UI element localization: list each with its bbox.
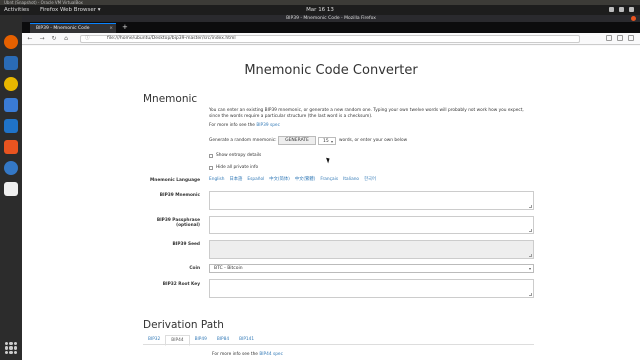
language-english[interactable]: English [209, 177, 225, 183]
close-window-icon[interactable] [631, 16, 636, 21]
passphrase-label-line-2: (optional) [176, 223, 200, 228]
firefox-icon[interactable] [4, 35, 18, 49]
hide-private-checkbox[interactable] [209, 166, 213, 170]
root-key-label: BIP32 Root Key [162, 282, 200, 287]
derivation-more-info: For more info see the BIP44 spec [212, 352, 283, 358]
seed-label: BIP39 Seed [172, 242, 201, 247]
more-info-text: For more info see the BIP39 spec [209, 123, 280, 129]
more-info-prefix: For more info see the [209, 123, 255, 128]
resize-grip-icon[interactable] [529, 293, 532, 296]
nav-bar: ← → ↻ ⌂ ⓘ file:///home/ubuntu/Desktop/bi… [22, 33, 640, 45]
resize-grip-icon[interactable] [529, 229, 532, 232]
tab-bip39[interactable]: BIP39 - Mnemonic Code × [30, 23, 116, 33]
app-menu[interactable]: Firefox Web Browser ▾ [40, 5, 101, 15]
resize-grip-icon[interactable] [529, 205, 532, 208]
word-count-select[interactable]: 15 ▾ [318, 137, 336, 145]
rhythmbox-icon[interactable] [4, 77, 18, 91]
chevron-down-icon: ▾ [330, 139, 333, 144]
intro-line-2: since the words require a particular str… [209, 114, 373, 119]
volume-icon [619, 7, 624, 12]
page-info-icon[interactable]: ⓘ [85, 36, 90, 42]
bip39-mnemonic-input[interactable] [209, 191, 534, 210]
passphrase-label: BIP39 Passphrase (optional) [140, 218, 200, 228]
thunderbird-icon[interactable] [4, 56, 18, 70]
bip39-mnemonic-label: BIP39 Mnemonic [159, 193, 200, 198]
language-spanish[interactable]: Español [247, 177, 264, 183]
passphrase-input[interactable] [209, 216, 534, 234]
firefox-window: BIP39 - Mnemonic Code - Mozilla Firefox … [22, 15, 640, 360]
coin-value: BTC - Bitcoin [214, 266, 243, 271]
library-icon[interactable] [606, 35, 612, 41]
language-list: English 日本語 Español 中文(简体) 中文(繁體) França… [209, 177, 376, 183]
gnome-top-bar: Activities Firefox Web Browser ▾ Mar 16 … [0, 5, 640, 15]
language-japanese[interactable]: 日本語 [230, 177, 243, 183]
show-entropy-label: Show entropy details [216, 153, 262, 158]
show-applications-icon[interactable] [5, 342, 17, 354]
word-count-value: 15 [323, 139, 329, 144]
amazon-icon[interactable] [4, 182, 18, 196]
language-chinese-traditional[interactable]: 中文(繁體) [295, 177, 316, 183]
language-chinese-simplified[interactable]: 中文(简体) [269, 177, 290, 183]
resize-grip-icon[interactable] [529, 254, 532, 257]
tab-divider [143, 344, 534, 345]
derivation-more-prefix: For more info see the [212, 352, 258, 357]
new-tab-button[interactable]: + [122, 23, 128, 32]
help-icon[interactable] [4, 161, 18, 175]
libreoffice-writer-icon[interactable] [4, 119, 18, 133]
generate-button[interactable]: GENERATE [278, 136, 316, 145]
tab-label: BIP39 - Mnemonic Code [36, 26, 90, 31]
show-entropy-checkbox[interactable] [209, 154, 213, 158]
browser-title: BIP39 - Mnemonic Code - Mozilla Firefox [286, 16, 376, 21]
menu-icon[interactable] [628, 35, 634, 41]
page-title: Mnemonic Code Converter [244, 63, 418, 78]
network-icon [609, 7, 614, 12]
coin-select[interactable]: BTC - Bitcoin ▾ [209, 264, 534, 273]
sidebar-icon[interactable] [617, 35, 623, 41]
bip39-spec-link[interactable]: BIP39 spec [256, 123, 280, 128]
derivation-heading: Derivation Path [143, 319, 224, 331]
app-store-icon[interactable] [4, 140, 18, 154]
url-text: file:///home/ubuntu/Desktop/bip39-master… [107, 36, 236, 41]
coin-label: Coin [189, 266, 200, 271]
language-french[interactable]: Français [320, 177, 338, 183]
root-key-input[interactable] [209, 279, 534, 298]
language-korean[interactable]: 한국어 [364, 177, 376, 183]
mouse-cursor [326, 156, 331, 164]
reload-icon[interactable]: ↻ [50, 35, 58, 43]
system-tray[interactable] [609, 5, 634, 12]
hide-private-label: Hide all private info [216, 165, 259, 170]
home-icon[interactable]: ⌂ [62, 35, 70, 43]
chevron-down-icon: ▾ [528, 266, 531, 271]
files-icon[interactable] [4, 98, 18, 112]
browser-title-bar: BIP39 - Mnemonic Code - Mozilla Firefox [22, 15, 640, 22]
intro-text: You can enter an existing BIP39 mnemonic… [209, 108, 539, 120]
toolbar-icons [606, 35, 634, 41]
generate-suffix: words, or enter your own below [339, 138, 408, 143]
url-bar[interactable]: ⓘ file:///home/ubuntu/Desktop/bip39-mast… [80, 35, 580, 43]
power-icon [629, 7, 634, 12]
page-content: Mnemonic Code Converter Mnemonic You can… [22, 46, 640, 360]
clock[interactable]: Mar 16 13 [300, 5, 340, 15]
back-icon[interactable]: ← [26, 35, 34, 43]
generate-prefix: Generate a random mnemonic: [209, 138, 277, 143]
activities-button[interactable]: Activities [4, 5, 29, 15]
language-italian[interactable]: Italiano [343, 177, 359, 183]
forward-icon[interactable]: → [38, 35, 46, 43]
seed-output[interactable] [209, 240, 534, 259]
bip44-spec-link[interactable]: BIP44 spec [259, 352, 283, 357]
tab-strip: BIP39 - Mnemonic Code × + [22, 22, 640, 33]
language-label: Mnemonic Language [150, 178, 200, 183]
dock [0, 15, 22, 360]
mnemonic-heading: Mnemonic [143, 93, 198, 105]
